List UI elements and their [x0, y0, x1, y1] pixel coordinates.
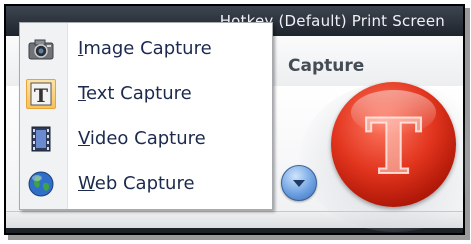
menu-item-image-capture[interactable]: Image Capture	[20, 27, 272, 71]
menu-item-video-capture[interactable]: Video Capture	[20, 117, 272, 161]
menu-item-text-capture[interactable]: T Text Capture	[20, 72, 272, 116]
menu-item-label: Text Capture	[78, 83, 192, 104]
capture-mode-dropdown-button[interactable]	[281, 165, 317, 201]
text-t-icon: T	[26, 79, 56, 109]
film-icon	[26, 124, 56, 154]
text-capture-glyph: T	[364, 101, 423, 192]
menu-item-label: Web Capture	[78, 173, 195, 194]
menu-item-web-capture[interactable]: Web Capture	[20, 162, 272, 206]
capture-mode-menu: Image Capture T Text Capture Video Captu…	[19, 22, 273, 210]
chevron-down-icon	[293, 180, 305, 187]
screenshot-shadow-bottom	[8, 235, 469, 240]
svg-text:T: T	[34, 85, 48, 107]
menu-item-label: Video Capture	[78, 128, 206, 149]
menu-item-label: Image Capture	[78, 38, 212, 59]
capture-button[interactable]: T	[331, 82, 456, 207]
globe-icon	[26, 169, 56, 199]
camera-icon	[26, 34, 56, 64]
capture-heading: Capture	[288, 56, 365, 76]
